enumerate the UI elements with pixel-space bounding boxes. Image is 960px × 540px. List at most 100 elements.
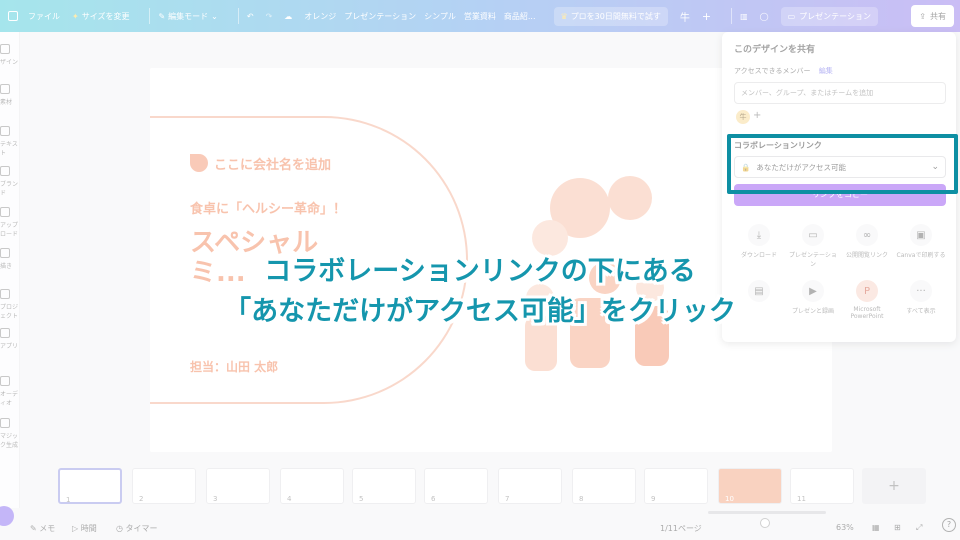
duration-button[interactable]: ▷ 時間 — [72, 523, 97, 534]
magic-icon — [0, 418, 10, 428]
page-thumbnail[interactable]: 8 — [572, 468, 636, 504]
notes-label: メモ — [39, 524, 56, 533]
bottom-toolbar: ✎ メモ ▷ 時間 ◷ タイマー 1/11ページ 63% ▦ ⊞ ⤢ — [0, 511, 960, 540]
sidebar-label: マジック生成 — [0, 433, 19, 449]
link-icon: ∞ — [856, 224, 878, 246]
pro-trial-button[interactable]: ♛ プロを30日間無料で試す — [553, 6, 668, 26]
page-thumbnail[interactable]: 3 — [206, 468, 270, 504]
slide-tagline[interactable]: 食卓に「ヘルシー革命」！ — [190, 198, 346, 217]
print-icon: ▣ — [910, 224, 932, 246]
page-thumbnail[interactable]: 5 — [352, 468, 416, 504]
zoom-slider-handle[interactable] — [760, 518, 770, 528]
share-button[interactable]: ⇪ 共有 — [911, 5, 954, 27]
instruction-line2: 「あなただけがアクセス可能」をクリック — [224, 296, 736, 327]
pro-trial-label: プロを30日間無料で試す — [570, 11, 661, 21]
timer-label: タイマー — [125, 524, 158, 533]
sidebar-label: オーディオ — [0, 391, 19, 407]
undo-icon[interactable]: ↶ — [247, 12, 254, 21]
resize-icon: ✦ — [72, 11, 79, 21]
members-row: アクセスできるメンバー 編集 — [734, 66, 833, 76]
sidebar-item-elements[interactable]: 素材 — [0, 84, 20, 106]
page-thumbnail[interactable]: 10 — [718, 468, 782, 504]
add-icon[interactable]: + — [702, 10, 711, 23]
presenter-name[interactable]: 担当：山田 太郎 — [190, 358, 278, 375]
page-thumbnail[interactable]: 9 — [644, 468, 708, 504]
present-label: プレゼンテーション — [799, 11, 872, 21]
chevron-down-icon: ⌄ — [211, 11, 218, 21]
sidebar-item-uploads[interactable]: アップロード — [0, 207, 20, 238]
top-toolbar: ファイル ✦ サイズを変更 ✎ 編集モード ⌄ ↶ ↷ ☁ オレンジ プレゼンテ… — [0, 0, 960, 32]
sidebar-label: ブランド — [0, 181, 19, 197]
sidebar-item-audio[interactable]: オーディオ — [0, 376, 20, 407]
notes-icon: ✎ — [30, 524, 40, 533]
pages-view-icon[interactable]: ⊞ — [894, 523, 901, 532]
company-name[interactable]: ここに会社名を追加 — [214, 154, 331, 173]
add-member-input[interactable] — [734, 82, 946, 104]
add-page-button[interactable]: + — [862, 468, 926, 504]
instruction-caption: コラボレーションリンクの下にある 「あなただけがアクセス可能」をクリック — [0, 252, 960, 332]
present-button[interactable]: ▭ プレゼンテーション — [780, 6, 879, 26]
share-panel-title: このデザインを共有 — [734, 45, 816, 55]
sidebar-label: ザイン — [0, 59, 19, 66]
help-button[interactable]: ? — [942, 518, 956, 532]
zoom-level[interactable]: 63% — [836, 523, 854, 532]
sidebar-item-design[interactable]: ザイン — [0, 44, 20, 66]
notes-button[interactable]: ✎ メモ — [30, 523, 55, 534]
sidebar-label: 素材 — [0, 99, 13, 106]
pencil-icon: ✎ — [158, 11, 166, 21]
redo-icon[interactable]: ↷ — [266, 12, 273, 21]
page-thumbnail[interactable]: 6 — [424, 468, 488, 504]
duration-label: 時間 — [80, 524, 97, 533]
edit-mode-label: 編集モード — [168, 11, 209, 21]
page-indicator[interactable]: 1/11ページ — [660, 523, 702, 534]
fullscreen-icon[interactable]: ⤢ — [916, 523, 922, 533]
instruction-line1: コラボレーションリンクの下にある — [264, 256, 696, 287]
timer-button[interactable]: ◷ タイマー — [116, 523, 158, 534]
comment-icon[interactable]: ◯ — [760, 12, 769, 21]
edit-members-link[interactable]: 編集 — [819, 67, 833, 75]
home-icon[interactable] — [8, 11, 18, 21]
clock-icon: ◷ — [116, 524, 126, 533]
upload-icon — [0, 207, 10, 217]
grid-view-icon[interactable]: ▦ — [872, 523, 880, 532]
text-icon — [0, 126, 10, 136]
collaborator-avatar[interactable]: 牛 — [680, 9, 690, 24]
divider — [237, 8, 239, 24]
resize-label: サイズを変更 — [81, 11, 130, 21]
brand-icon — [0, 166, 10, 176]
sidebar-label: テキスト — [0, 141, 18, 157]
zoom-slider[interactable] — [708, 511, 826, 514]
edit-mode-button[interactable]: ✎ 編集モード ⌄ — [158, 11, 217, 22]
page-thumbnail[interactable]: 4 — [280, 468, 344, 504]
design-icon — [0, 44, 10, 54]
highlight-box — [727, 134, 958, 194]
analytics-icon[interactable]: ▥ — [740, 12, 748, 21]
page-thumbnail[interactable]: 11 — [790, 468, 854, 504]
add-member-icon[interactable]: + — [753, 110, 761, 121]
crown-icon: ♛ — [560, 11, 568, 21]
sidebar-label: アップロード — [0, 222, 19, 238]
members-label: アクセスできるメンバー — [734, 67, 811, 75]
resize-button[interactable]: ✦ サイズを変更 — [72, 11, 129, 22]
sidebar-item-magic[interactable]: マジック生成 — [0, 418, 20, 449]
page-thumbnail[interactable]: 7 — [498, 468, 562, 504]
elements-icon — [0, 84, 10, 94]
play-icon: ▷ — [72, 524, 81, 533]
present-icon: ▭ — [802, 224, 824, 246]
download-icon: ⤓ — [748, 224, 770, 246]
cloud-save-icon[interactable]: ☁ — [284, 12, 292, 21]
divider — [149, 8, 151, 24]
document-title[interactable]: オレンジ プレゼンテーション シンプル 営業資料 商品紹... — [304, 11, 535, 22]
sidebar-item-text[interactable]: テキスト — [0, 126, 20, 157]
page-thumbnail[interactable]: 1 — [58, 468, 122, 504]
upload-icon: ⇪ — [919, 11, 926, 21]
file-menu[interactable]: ファイル — [28, 11, 60, 22]
share-label: 共有 — [930, 11, 946, 21]
sidebar-item-brand[interactable]: ブランド — [0, 166, 20, 197]
page-thumbnail[interactable]: 2 — [132, 468, 196, 504]
present-icon: ▭ — [787, 11, 796, 21]
divider — [731, 8, 733, 24]
sidebar-label: アプリ — [0, 343, 19, 350]
audio-icon — [0, 376, 10, 386]
avatar[interactable]: 牛 — [736, 110, 750, 124]
